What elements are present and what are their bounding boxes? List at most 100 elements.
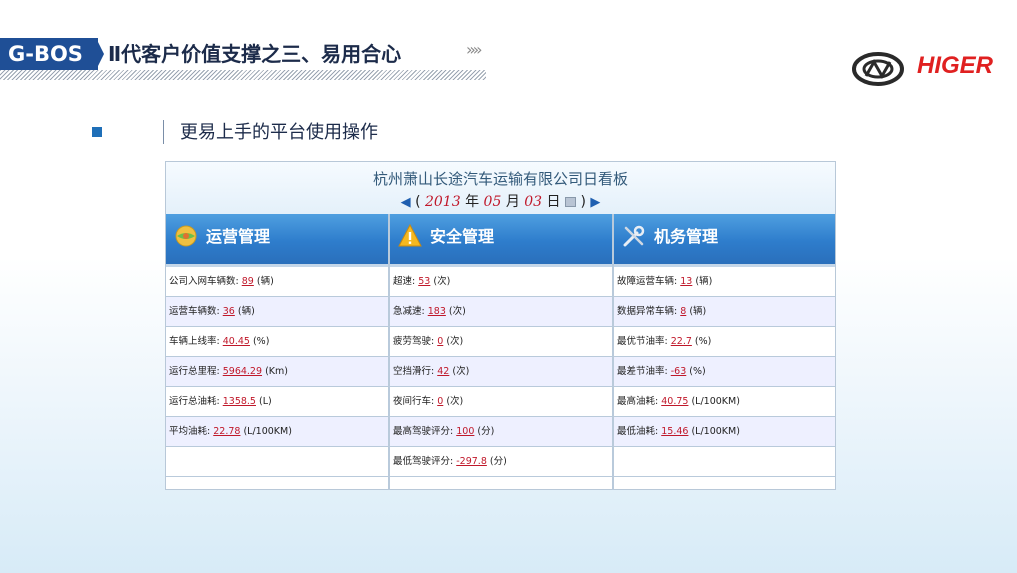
date-selector: ◀ ( 2013 年 05 月 03 日 ) ▶	[166, 191, 835, 211]
date-day: 03	[524, 194, 543, 210]
table-row: 公司入网车辆数: 89 (辆)	[166, 267, 388, 297]
row-unit: (Km)	[265, 366, 288, 377]
table-row: 数据异常车辆: 8 (辆)	[614, 297, 835, 327]
row-value-link[interactable]: 89	[242, 276, 254, 287]
row-unit: (次)	[446, 336, 464, 347]
row-value-link[interactable]: 13	[680, 276, 692, 287]
row-label: 运行总里程:	[169, 366, 220, 377]
table-row: 运行总里程: 5964.29 (Km)	[166, 357, 388, 387]
row-label: 夜间行车:	[393, 396, 435, 407]
row-unit: (L/100KM)	[691, 426, 740, 437]
column-title: 机务管理	[654, 227, 719, 246]
row-label: 最优节油率:	[617, 336, 668, 347]
row-value-link[interactable]: 15.46	[661, 426, 688, 437]
row-value-link[interactable]: 22.7	[671, 336, 692, 347]
table-row: 疲劳驾驶: 0 (次)	[390, 327, 612, 357]
table-row-empty	[614, 447, 835, 477]
date-open-paren: (	[415, 194, 421, 210]
row-unit: (次)	[452, 366, 470, 377]
page-title: Ⅱ代客户价值支撑之三、易用合心	[108, 42, 402, 66]
bullet-square-icon	[92, 127, 102, 137]
row-value-link[interactable]: 1358.5	[223, 396, 256, 407]
table-row: 运行总油耗: 1358.5 (L)	[166, 387, 388, 417]
table-row: 最高油耗: 40.75 (L/100KM)	[614, 387, 835, 417]
row-unit: (分)	[477, 426, 495, 437]
row-label: 空挡滑行:	[393, 366, 435, 377]
row-label: 运营车辆数:	[169, 306, 220, 317]
row-label: 平均油耗:	[169, 426, 211, 437]
prev-day-button[interactable]: ◀	[401, 195, 411, 210]
row-unit: (辆)	[256, 276, 274, 287]
daily-dashboard: 杭州萧山长途汽车运输有限公司日看板 ◀ ( 2013 年 05 月 03 日 )…	[165, 161, 836, 490]
row-value-link[interactable]: 100	[456, 426, 474, 437]
date-day-unit: 日	[546, 194, 561, 210]
row-value-link[interactable]: -63	[671, 366, 687, 377]
row-label: 超速:	[393, 276, 416, 287]
table-row: 最高驾驶评分: 100 (分)	[390, 417, 612, 447]
dashboard-header: 杭州萧山长途汽车运输有限公司日看板 ◀ ( 2013 年 05 月 03 日 )…	[166, 162, 835, 214]
date-month-unit: 月	[505, 194, 520, 210]
column-header: 机务管理	[614, 214, 835, 267]
row-label: 车辆上线率:	[169, 336, 220, 347]
row-label: 公司入网车辆数:	[169, 276, 239, 287]
table-row: 最差节油率: -63 (%)	[614, 357, 835, 387]
logo-wordmark: HIGER	[917, 52, 994, 79]
section-subtitle: 更易上手的平台使用操作	[180, 122, 378, 143]
table-row: 最低油耗: 15.46 (L/100KM)	[614, 417, 835, 447]
table-row-empty	[166, 447, 388, 477]
column-header: 运营管理	[166, 214, 388, 267]
row-unit: (次)	[433, 276, 451, 287]
column-safety: 安全管理 超速: 53 (次) 急减速: 183 (次) 疲劳驾驶: 0 (次)…	[390, 214, 612, 490]
column-operations: 运营管理 公司入网车辆数: 89 (辆) 运营车辆数: 36 (辆) 车辆上线率…	[166, 214, 388, 490]
table-row: 车辆上线率: 40.45 (%)	[166, 327, 388, 357]
row-label: 数据异常车辆:	[617, 306, 678, 317]
row-unit: (L/100KM)	[691, 396, 740, 407]
tools-icon	[623, 225, 645, 247]
row-label: 最低油耗:	[617, 426, 659, 437]
table-row: 故障运营车辆: 13 (辆)	[614, 267, 835, 297]
table-row: 运营车辆数: 36 (辆)	[166, 297, 388, 327]
table-row: 夜间行车: 0 (次)	[390, 387, 612, 417]
row-value-link[interactable]: 53	[418, 276, 430, 287]
row-value-link[interactable]: 8	[680, 306, 686, 317]
row-unit: (%)	[689, 366, 706, 377]
row-label: 运行总油耗:	[169, 396, 220, 407]
row-value-link[interactable]: 42	[437, 366, 449, 377]
column-header: 安全管理	[390, 214, 612, 267]
row-value-link[interactable]: 22.78	[213, 426, 240, 437]
row-label: 最高油耗:	[617, 396, 659, 407]
row-unit: (L)	[259, 396, 272, 407]
row-value-link[interactable]: 40.75	[661, 396, 688, 407]
row-unit: (辆)	[689, 306, 707, 317]
row-unit: (辆)	[695, 276, 713, 287]
row-label: 急减速:	[393, 306, 425, 317]
column-title: 运营管理	[206, 227, 271, 246]
table-row: 最优节油率: 22.7 (%)	[614, 327, 835, 357]
row-value-link[interactable]: 40.45	[223, 336, 250, 347]
row-value-link[interactable]: 183	[428, 306, 446, 317]
vertical-divider	[163, 120, 164, 144]
table-row: 平均油耗: 22.78 (L/100KM)	[166, 417, 388, 447]
brand-badge-arrow	[96, 38, 104, 70]
row-label: 疲劳驾驶:	[393, 336, 435, 347]
header-divider	[0, 70, 486, 80]
row-unit: (次)	[446, 396, 464, 407]
table-row: 急减速: 183 (次)	[390, 297, 612, 327]
chevron-right-icon: »»	[466, 40, 482, 59]
row-label: 最高驾驶评分:	[393, 426, 454, 437]
row-unit: (分)	[489, 456, 507, 467]
row-value-link[interactable]: 0	[437, 336, 443, 347]
warning-icon	[398, 224, 422, 247]
row-value-link[interactable]: 0	[437, 396, 443, 407]
row-value-link[interactable]: 5964.29	[223, 366, 262, 377]
calendar-icon[interactable]	[565, 197, 576, 207]
row-unit: (%)	[252, 336, 270, 347]
column-maintenance: 机务管理 故障运营车辆: 13 (辆) 数据异常车辆: 8 (辆) 最优节油率:…	[614, 214, 835, 490]
row-unit: (次)	[448, 306, 466, 317]
dashboard-title: 杭州萧山长途汽车运输有限公司日看板	[372, 170, 628, 188]
row-label: 最差节油率:	[617, 366, 668, 377]
row-value-link[interactable]: -297.8	[456, 456, 487, 467]
row-value-link[interactable]: 36	[223, 306, 235, 317]
globe-icon	[175, 225, 197, 247]
next-day-button[interactable]: ▶	[590, 195, 600, 210]
